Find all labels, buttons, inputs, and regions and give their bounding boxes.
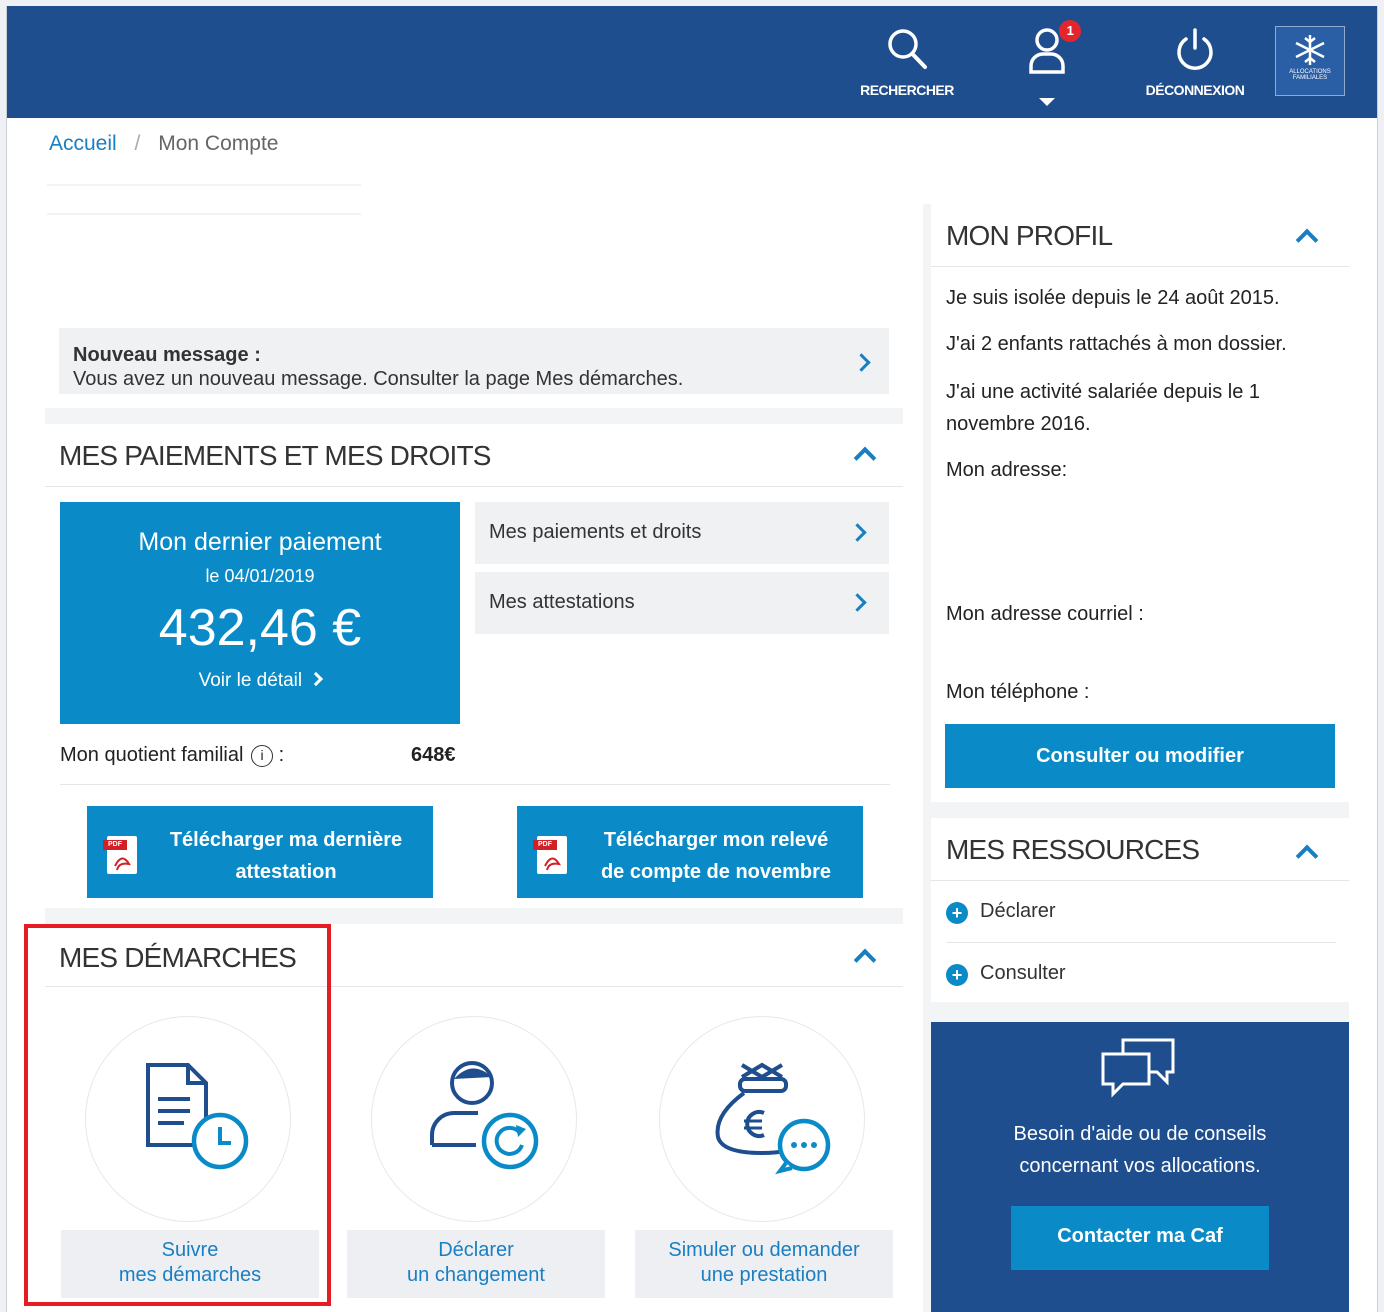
- search-button[interactable]: RECHERCHER: [855, 26, 959, 98]
- pdf-icon: PDF: [103, 836, 137, 874]
- chevron-up-icon[interactable]: [853, 446, 877, 470]
- simulate-benefit-circle[interactable]: [659, 1016, 865, 1222]
- declare-change-line1: Déclarer: [438, 1239, 514, 1261]
- profile-phone-label: Mon téléphone :: [946, 681, 1090, 703]
- quotient-row: Mon quotient familial i :: [60, 744, 284, 767]
- info-icon[interactable]: i: [251, 745, 273, 767]
- logout-button[interactable]: DÉCONNEXION: [1137, 26, 1253, 98]
- profile-activity-line1: J'ai une activité salariée depuis le 1: [946, 381, 1261, 403]
- resources-declare-link[interactable]: + Déclarer: [946, 898, 1336, 938]
- resources-consult-link[interactable]: + Consulter: [946, 960, 1336, 1000]
- declare-change-circle[interactable]: [371, 1016, 577, 1222]
- account-menu-button[interactable]: 1: [1019, 20, 1081, 114]
- breadcrumb-current: Mon Compte: [158, 132, 279, 155]
- plus-icon: +: [946, 902, 968, 924]
- payment-detail-link[interactable]: Voir le détail: [60, 670, 460, 692]
- divider: [946, 942, 1336, 943]
- top-bar: RECHERCHER 1 DÉCONNEXION ALLOCATIONS FAM…: [7, 6, 1377, 118]
- profile-title: MON PROFIL: [946, 220, 1113, 251]
- snowflake-logo-icon: [1295, 35, 1325, 65]
- resources-title: MES RESSOURCES: [946, 834, 1200, 865]
- chevron-right-icon: [852, 353, 871, 372]
- last-payment-amount: 432,46 €: [158, 599, 362, 657]
- download-releve-line1: Télécharger mon relevé: [603, 829, 829, 851]
- download-attestation-button[interactable]: PDF Télécharger ma dernière attestation: [87, 806, 433, 898]
- message-row[interactable]: Nouveau message : Vous avez un nouveau m…: [59, 328, 889, 394]
- chevron-right-icon: [309, 671, 324, 687]
- chevron-up-icon[interactable]: [1295, 844, 1319, 868]
- quotient-value: 648€: [411, 744, 456, 766]
- download-attestation-line1: Télécharger ma dernière: [169, 829, 403, 851]
- chevron-up-icon[interactable]: [1295, 228, 1319, 252]
- simulate-benefit-button[interactable]: Simuler ou demander une prestation: [635, 1230, 893, 1298]
- logo-text: ALLOCATIONS FAMILIALES: [1289, 69, 1331, 81]
- last-payment-box: Mon dernier paiement le 04/01/2019 432,4…: [60, 502, 460, 724]
- chevron-up-icon[interactable]: [853, 948, 877, 972]
- caret-down-icon: [1039, 98, 1055, 106]
- search-icon: [888, 29, 927, 69]
- search-label: RECHERCHER: [860, 82, 954, 98]
- download-releve-line2: de compte de novembre: [600, 861, 832, 883]
- last-payment-date: le 04/01/2019: [205, 566, 315, 586]
- resources-declare-label: Déclarer: [980, 900, 1056, 922]
- declare-change-button[interactable]: Déclarer un changement: [347, 1230, 605, 1298]
- profile-children: J'ai 2 enfants rattachés à mon dossier.: [946, 333, 1287, 355]
- simulate-benefit-line1: Simuler ou demander: [668, 1239, 860, 1261]
- help-text-line1: Besoin d'aide ou de conseils: [1013, 1123, 1267, 1145]
- profile-activity-line2: novembre 2016.: [946, 413, 1091, 435]
- money-bag-chat-icon: [715, 1062, 831, 1175]
- chat-bubbles-icon: [1101, 1038, 1175, 1098]
- power-icon: [1177, 28, 1213, 70]
- chevron-right-icon: [848, 593, 867, 612]
- divider: [931, 880, 1349, 881]
- divider: [47, 184, 361, 186]
- divider: [931, 266, 1349, 267]
- help-text-line2: concernant vos allocations.: [1019, 1155, 1261, 1177]
- chevron-right-icon: [848, 523, 867, 542]
- caf-logo[interactable]: ALLOCATIONS FAMILIALES: [1275, 26, 1345, 96]
- declare-change-line2: un changement: [407, 1264, 545, 1286]
- notification-badge: 1: [1059, 20, 1081, 42]
- message-title: Nouveau message :: [73, 344, 261, 366]
- payment-detail-text: Voir le détail: [198, 670, 303, 691]
- attestations-link[interactable]: Mes attestations: [475, 572, 889, 634]
- highlight-box: [24, 924, 331, 1306]
- page: RECHERCHER 1 DÉCONNEXION ALLOCATIONS FAM…: [6, 6, 1378, 1312]
- payments-rights-link[interactable]: Mes paiements et droits: [475, 502, 889, 564]
- help-panel: Besoin d'aide ou de conseils concernant …: [931, 1022, 1349, 1312]
- resources-consult-label: Consulter: [980, 962, 1066, 984]
- plus-icon: +: [946, 964, 968, 986]
- profile-situation: Je suis isolée depuis le 24 août 2015.: [946, 287, 1280, 309]
- payments-title: MES PAIEMENTS ET MES DROITS: [59, 440, 491, 471]
- download-releve-button[interactable]: PDF Télécharger mon relevé de compte de …: [517, 806, 863, 898]
- logout-label: DÉCONNEXION: [1145, 82, 1245, 98]
- attestations-label: Mes attestations: [489, 591, 635, 613]
- breadcrumb: Accueil / Mon Compte: [49, 132, 278, 156]
- quotient-colon: :: [278, 744, 285, 766]
- breadcrumb-separator: /: [134, 132, 141, 155]
- message-panel: Nouveau message : Vous avez un nouveau m…: [45, 314, 903, 408]
- payments-rights-label: Mes paiements et droits: [489, 521, 702, 543]
- profile-panel: MON PROFIL Je suis isolée depuis le 24 a…: [931, 204, 1349, 802]
- divider: [45, 486, 903, 487]
- quotient-label: Mon quotient familial: [60, 744, 244, 766]
- breadcrumb-home-link[interactable]: Accueil: [49, 132, 117, 155]
- download-attestation-line2: attestation: [235, 861, 337, 883]
- contact-caf-button[interactable]: Contacter ma Caf: [1011, 1206, 1269, 1270]
- resources-panel: MES RESSOURCES + Déclarer + Consulter: [931, 818, 1349, 1002]
- profile-address-label: Mon adresse:: [946, 459, 1068, 481]
- payments-panel: MES PAIEMENTS ET MES DROITS Mon dernier …: [45, 424, 903, 908]
- divider: [60, 784, 890, 785]
- user-refresh-icon: [430, 1061, 539, 1170]
- divider: [47, 213, 361, 215]
- profile-email-label: Mon adresse courriel :: [946, 603, 1144, 625]
- message-body: Vous avez un nouveau message. Consulter …: [73, 368, 684, 390]
- simulate-benefit-line2: une prestation: [700, 1264, 828, 1286]
- last-payment-label: Mon dernier paiement: [138, 528, 382, 556]
- edit-profile-button[interactable]: Consulter ou modifier: [945, 724, 1335, 788]
- pdf-icon: PDF: [533, 836, 567, 874]
